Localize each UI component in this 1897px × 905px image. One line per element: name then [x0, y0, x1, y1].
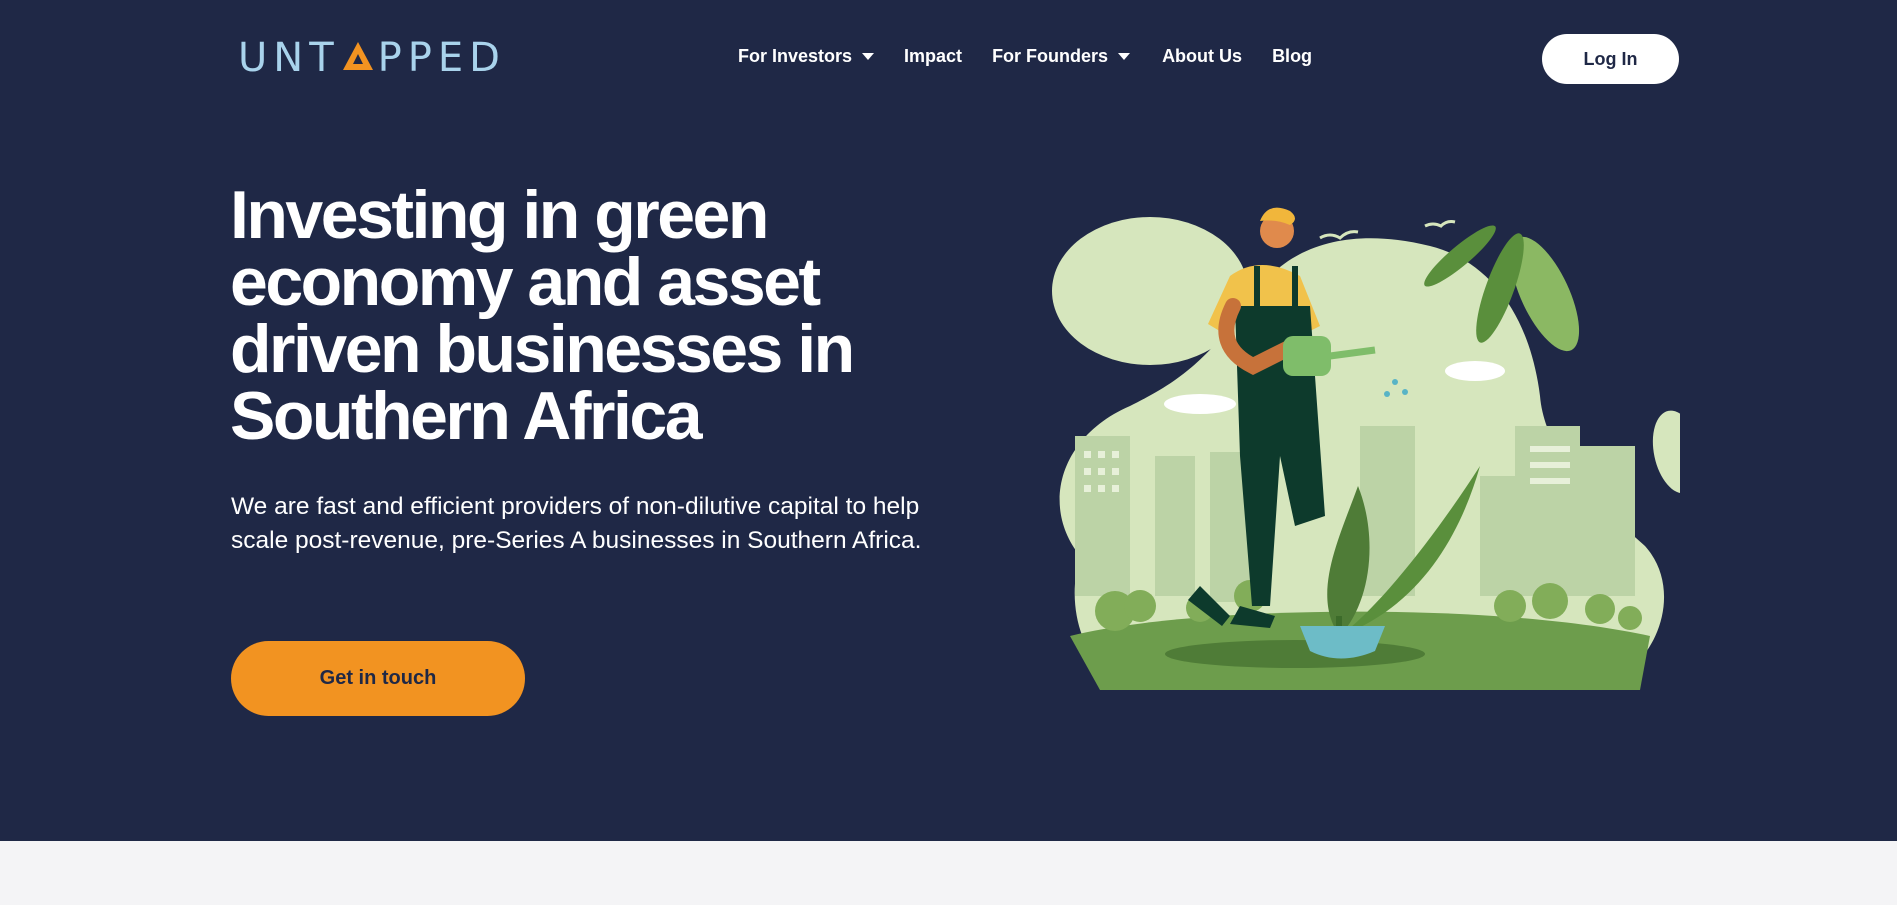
login-button[interactable]: Log In	[1542, 34, 1679, 84]
hero-subtitle: We are fast and efficient providers of n…	[231, 493, 922, 554]
chevron-down-icon	[1118, 52, 1131, 60]
logo-text-right: PPED	[377, 35, 506, 81]
nav-blog[interactable]: Blog	[1272, 46, 1312, 67]
hero-headline: Investing in green economy and asset dri…	[230, 177, 950, 454]
main-nav: For Investors Impact For Founders About …	[738, 44, 1342, 68]
bird-shape	[1424, 220, 1456, 228]
untapped-logo[interactable]: UNT PPED	[238, 35, 506, 81]
chevron-down-icon	[862, 52, 875, 60]
nav-label: For Founders	[992, 45, 1109, 66]
bird-shape	[1319, 230, 1359, 240]
nav-about-us[interactable]: About Us	[1162, 46, 1242, 67]
next-section	[0, 841, 1897, 905]
headline-line: driven businesses in	[230, 311, 855, 387]
hero-section: UNT PPED For Investors Impact For Founde…	[0, 0, 1897, 841]
nav-impact[interactable]: Impact	[904, 46, 962, 67]
cloud-shape	[1445, 361, 1505, 381]
get-in-touch-button[interactable]: Get in touch	[231, 641, 525, 716]
ground-shadow	[1165, 640, 1425, 668]
blob-shape	[1652, 410, 1680, 494]
nav-label: About Us	[1162, 45, 1243, 66]
man-watering-plant-icon	[1052, 207, 1680, 690]
headline-line: Investing in green	[230, 177, 769, 253]
cloud-shape	[1164, 394, 1236, 414]
nav-label: For Investors	[738, 45, 853, 66]
nav-label: Impact	[904, 45, 963, 66]
nav-label: Blog	[1272, 45, 1313, 66]
headline-line: economy and asset	[230, 244, 821, 320]
headline-line: Southern Africa	[230, 378, 703, 454]
logo-triangle-icon	[342, 42, 373, 70]
nav-for-investors[interactable]: For Investors	[738, 45, 875, 67]
nav-for-founders[interactable]: For Founders	[992, 45, 1131, 67]
logo-text-left: UNT	[238, 35, 340, 81]
